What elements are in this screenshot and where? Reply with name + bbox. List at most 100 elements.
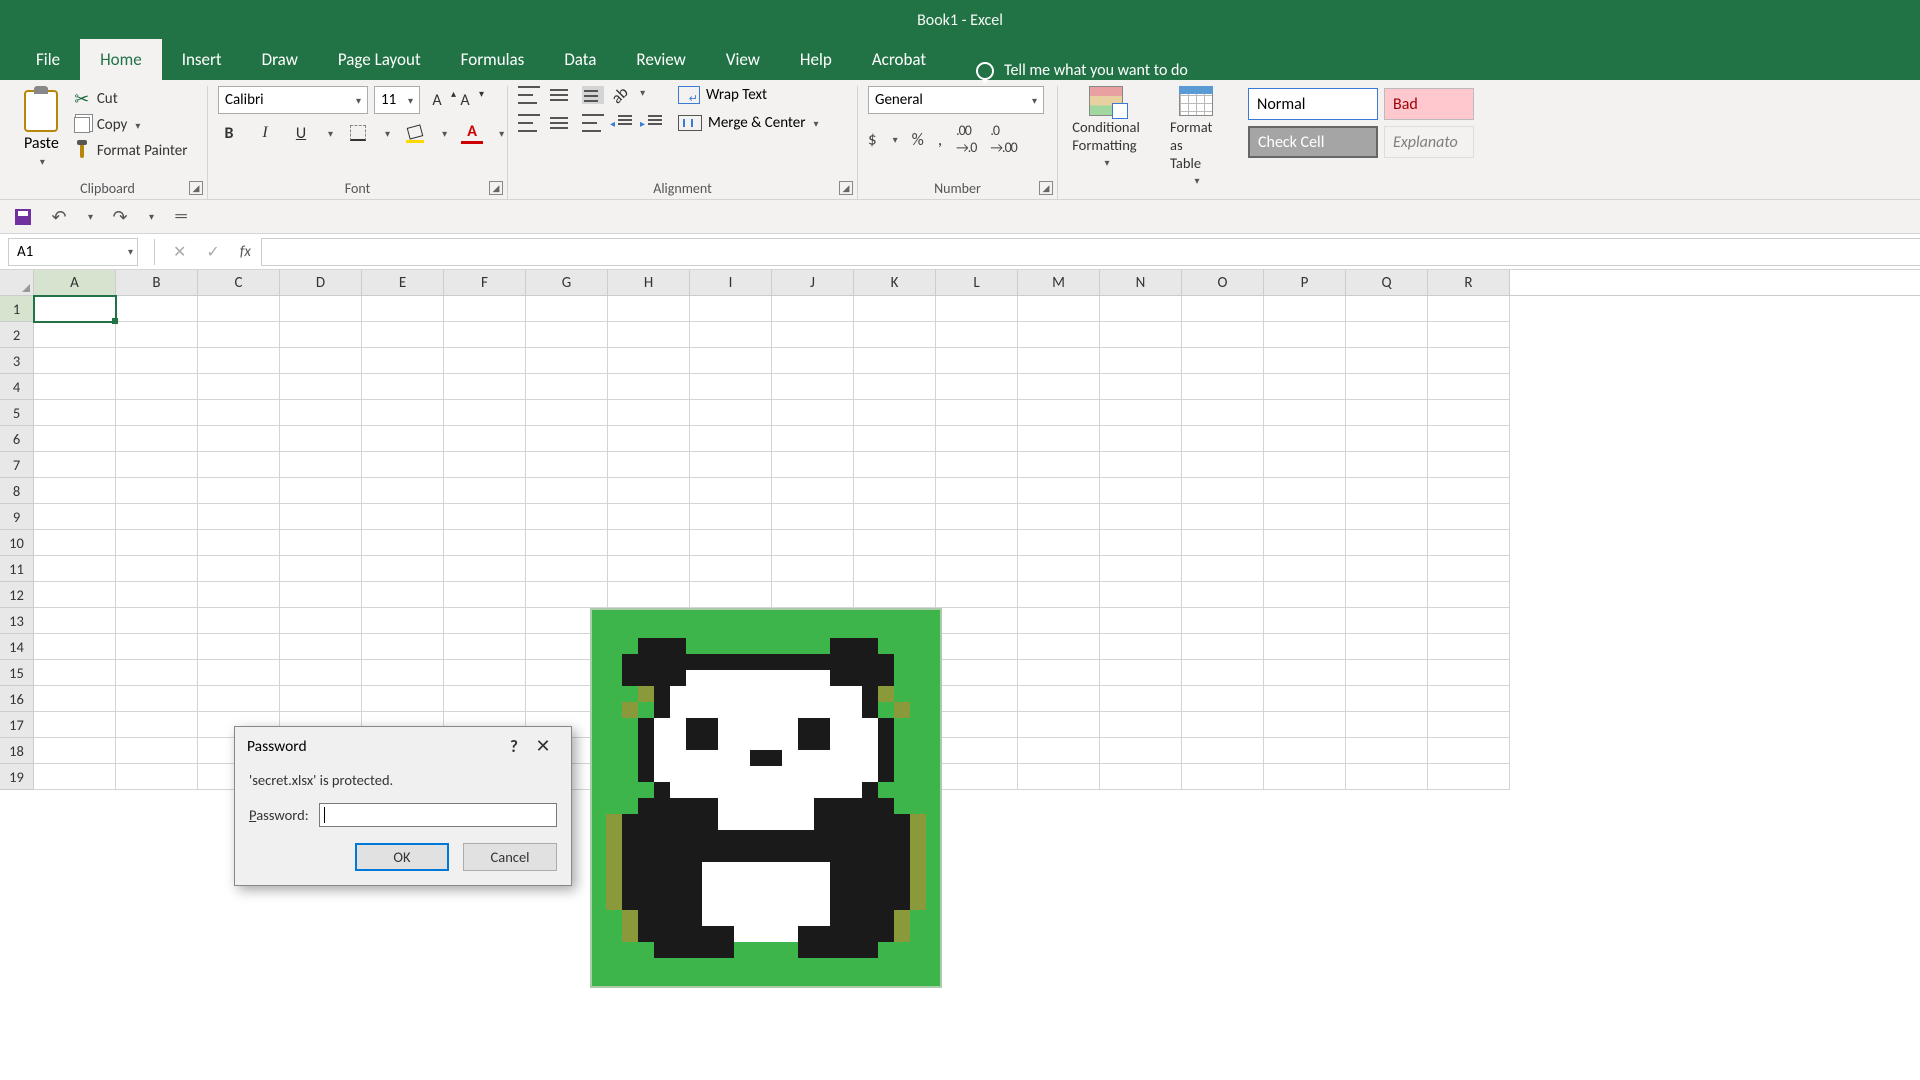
cell[interactable] xyxy=(362,374,444,400)
cell[interactable] xyxy=(936,452,1018,478)
cell[interactable] xyxy=(1346,556,1428,582)
cell[interactable] xyxy=(1346,712,1428,738)
cell[interactable] xyxy=(1182,660,1264,686)
cell[interactable] xyxy=(280,582,362,608)
cell[interactable] xyxy=(1264,504,1346,530)
cell[interactable] xyxy=(526,582,608,608)
column-header[interactable]: J xyxy=(772,270,854,295)
accounting-format-button[interactable]: $ xyxy=(868,129,877,150)
column-header[interactable]: F xyxy=(444,270,526,295)
cell[interactable] xyxy=(1428,348,1510,374)
tab-home[interactable]: Home xyxy=(80,39,162,80)
cell[interactable] xyxy=(936,686,1018,712)
align-right-button[interactable] xyxy=(582,114,604,132)
cell[interactable] xyxy=(116,452,198,478)
chevron-down-icon[interactable]: ▾ xyxy=(442,127,447,140)
cell[interactable] xyxy=(1428,452,1510,478)
cell[interactable] xyxy=(1428,712,1510,738)
cell[interactable] xyxy=(1428,686,1510,712)
cell[interactable] xyxy=(1100,660,1182,686)
cell[interactable] xyxy=(1018,504,1100,530)
increase-font-size-button[interactable]: A xyxy=(426,89,448,111)
cell[interactable] xyxy=(1100,400,1182,426)
cell[interactable] xyxy=(936,530,1018,556)
cell[interactable] xyxy=(1264,764,1346,790)
cell[interactable] xyxy=(1346,686,1428,712)
decrease-indent-button[interactable] xyxy=(612,115,632,131)
cell[interactable] xyxy=(690,322,772,348)
cell[interactable] xyxy=(1100,764,1182,790)
dialog-titlebar[interactable]: Password ? ✕ xyxy=(235,727,571,765)
chevron-down-icon[interactable]: ▾ xyxy=(385,127,390,140)
cell[interactable] xyxy=(362,634,444,660)
cell[interactable] xyxy=(1428,296,1510,322)
cell[interactable] xyxy=(854,426,936,452)
increase-decimal-button[interactable]: .00→.0 xyxy=(956,122,976,156)
cell[interactable] xyxy=(1264,608,1346,634)
cell[interactable] xyxy=(1018,452,1100,478)
cell[interactable] xyxy=(198,634,280,660)
column-header[interactable]: E xyxy=(362,270,444,295)
cell[interactable] xyxy=(936,426,1018,452)
cell[interactable] xyxy=(936,322,1018,348)
cell[interactable] xyxy=(1182,764,1264,790)
cell[interactable] xyxy=(854,452,936,478)
chevron-down-icon[interactable]: ▾ xyxy=(88,210,93,223)
number-dialog-launcher[interactable]: ◢ xyxy=(1039,181,1053,195)
cell[interactable] xyxy=(772,426,854,452)
cell[interactable] xyxy=(526,452,608,478)
cancel-button[interactable]: Cancel xyxy=(463,843,557,871)
cell[interactable] xyxy=(1100,348,1182,374)
cell[interactable] xyxy=(1100,530,1182,556)
style-normal[interactable]: Normal xyxy=(1248,88,1378,120)
row-header[interactable]: 8 xyxy=(0,478,34,504)
cell[interactable] xyxy=(1018,712,1100,738)
cell[interactable] xyxy=(362,452,444,478)
cell[interactable] xyxy=(444,608,526,634)
cell[interactable] xyxy=(526,478,608,504)
cell[interactable] xyxy=(1182,608,1264,634)
row-header[interactable]: 11 xyxy=(0,556,34,582)
cell[interactable] xyxy=(116,660,198,686)
tab-data[interactable]: Data xyxy=(544,39,616,80)
cell[interactable] xyxy=(1346,530,1428,556)
cell[interactable] xyxy=(1428,322,1510,348)
row-header[interactable]: 19 xyxy=(0,764,34,790)
cell[interactable] xyxy=(1100,296,1182,322)
cell[interactable] xyxy=(1428,426,1510,452)
cell[interactable] xyxy=(1018,478,1100,504)
cell[interactable] xyxy=(280,530,362,556)
copy-button[interactable]: Copy ▾ xyxy=(73,114,188,136)
cell[interactable] xyxy=(936,504,1018,530)
cell[interactable] xyxy=(1428,582,1510,608)
font-color-button[interactable]: A xyxy=(461,122,483,144)
cell[interactable] xyxy=(772,582,854,608)
chevron-down-icon[interactable]: ▾ xyxy=(328,127,333,140)
cell[interactable] xyxy=(116,504,198,530)
cell[interactable] xyxy=(198,608,280,634)
ok-button[interactable]: OK xyxy=(355,843,449,871)
cell[interactable] xyxy=(526,322,608,348)
cell[interactable] xyxy=(444,660,526,686)
cell[interactable] xyxy=(1182,530,1264,556)
cell[interactable] xyxy=(1182,478,1264,504)
cell[interactable] xyxy=(116,400,198,426)
borders-button[interactable] xyxy=(347,122,369,144)
column-header[interactable]: B xyxy=(116,270,198,295)
cell[interactable] xyxy=(280,504,362,530)
cell[interactable] xyxy=(362,426,444,452)
cell[interactable] xyxy=(34,556,116,582)
cell[interactable] xyxy=(608,322,690,348)
align-middle-button[interactable] xyxy=(550,86,572,104)
cell[interactable] xyxy=(1018,608,1100,634)
cell[interactable] xyxy=(1264,452,1346,478)
cell[interactable] xyxy=(1100,504,1182,530)
tab-view[interactable]: View xyxy=(706,39,780,80)
cell[interactable] xyxy=(280,686,362,712)
column-header[interactable]: Q xyxy=(1346,270,1428,295)
cell[interactable] xyxy=(854,322,936,348)
cell[interactable] xyxy=(1100,556,1182,582)
cell[interactable] xyxy=(1100,322,1182,348)
cell[interactable] xyxy=(690,478,772,504)
cell[interactable] xyxy=(444,634,526,660)
